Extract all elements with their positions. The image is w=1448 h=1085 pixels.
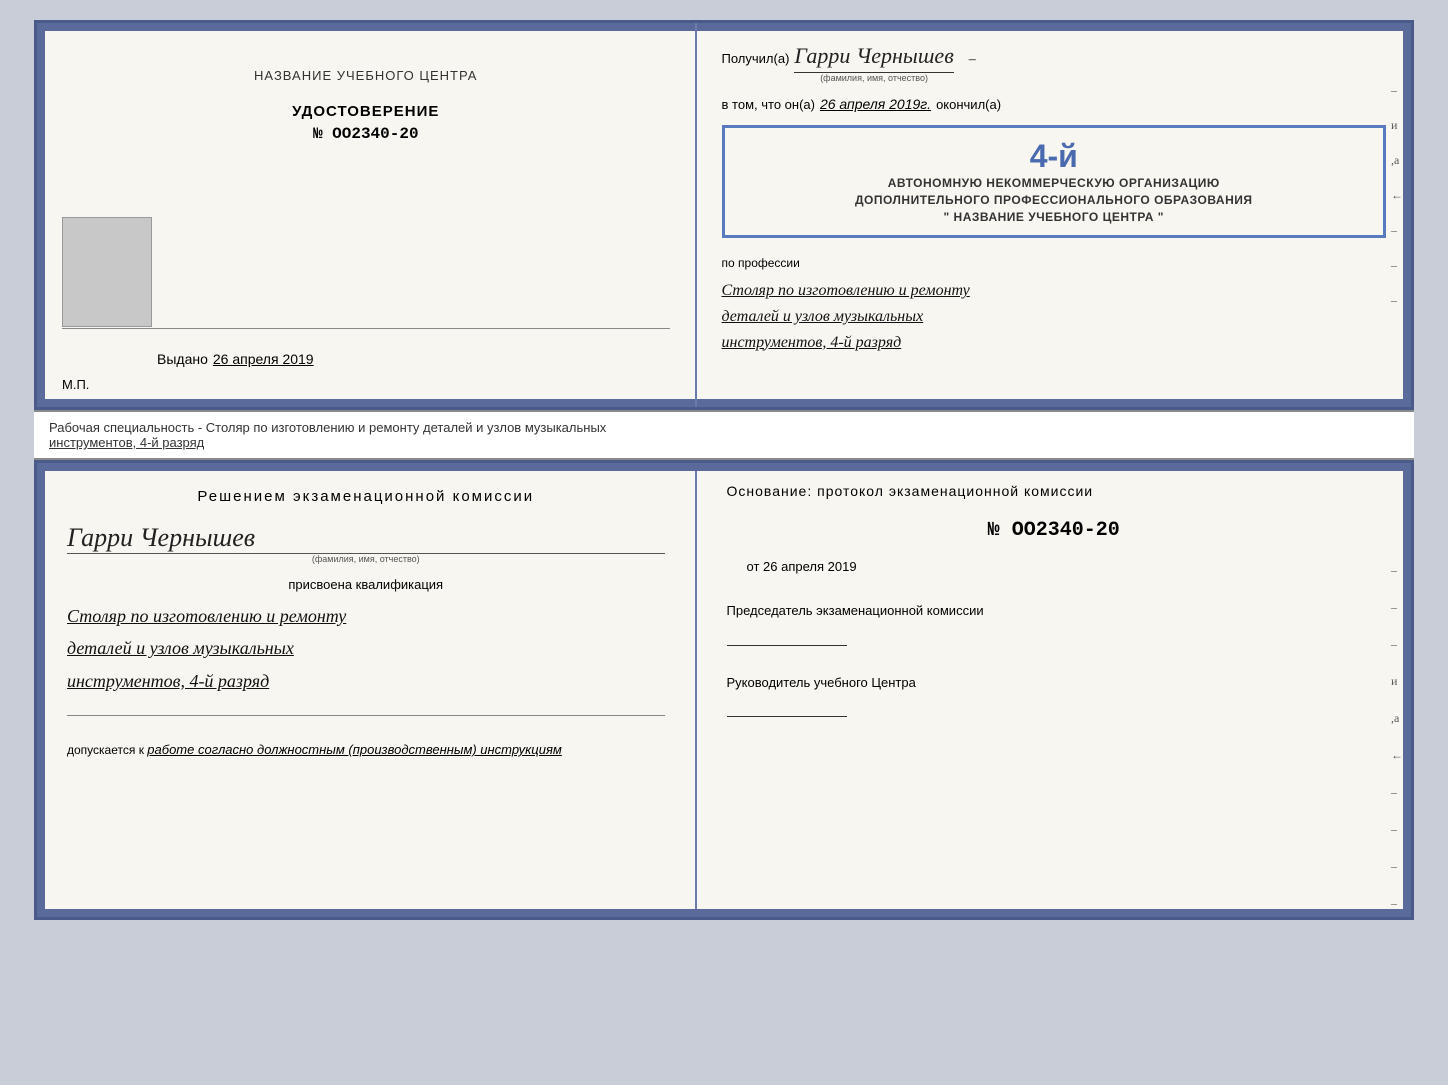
stamp-number: 4-й xyxy=(740,138,1368,175)
profession-block: Столяр по изготовлению и ремонту деталей… xyxy=(722,278,1386,355)
profession-line2: деталей и узлов музыкальных xyxy=(722,304,1386,330)
separator-text: Рабочая специальность - Столяр по изгото… xyxy=(34,410,1414,460)
stamp-block: 4-й АВТОНОМНУЮ НЕКОММЕРЧЕСКУЮ ОРГАНИЗАЦИ… xyxy=(722,125,1386,238)
dash-separator: – xyxy=(969,52,976,68)
prisvoena-text: присвоена квалификация xyxy=(67,577,665,592)
vtom-label: в том, что он(а) xyxy=(722,97,815,112)
poluchil-line: Получил(а) Гарри Чернышев (фамилия, имя,… xyxy=(722,43,1386,83)
vydano-line: Выдано 26 апреля 2019 xyxy=(157,351,314,367)
dopusk-text: работе согласно должностным (производств… xyxy=(147,742,562,757)
ot-date: от 26 апреля 2019 xyxy=(747,559,1381,574)
training-center-title: НАЗВАНИЕ УЧЕБНОГО ЦЕНТРА xyxy=(254,68,477,83)
bottom-profession-line1: Столяр по изготовлению и ремонту xyxy=(67,600,665,632)
po-professii: по профессии xyxy=(722,256,1386,270)
cert-date: 26 апреля 2019г. xyxy=(820,96,931,112)
predsedatel-block: Председатель экзаменационной комиссии xyxy=(727,601,1381,646)
bottom-name: Гарри Чернышев xyxy=(67,523,255,553)
bottom-profession-block: Столяр по изготовлению и ремонту деталей… xyxy=(67,600,665,697)
bottom-fio-hint: (фамилия, имя, отчество) xyxy=(312,554,420,564)
stamp-line2: ДОПОЛНИТЕЛЬНОГО ПРОФЕССИОНАЛЬНОГО ОБРАЗО… xyxy=(740,192,1368,209)
bottom-profession-line2: деталей и узлов музыкальных xyxy=(67,632,665,664)
predsedatel-signature-line xyxy=(727,626,847,646)
profession-line1: Столяр по изготовлению и ремонту xyxy=(722,278,1386,304)
rukovoditel-signature-line xyxy=(727,697,847,717)
rukovoditel-block: Руководитель учебного Центра xyxy=(727,673,1381,718)
document-wrapper: НАЗВАНИЕ УЧЕБНОГО ЦЕНТРА УДОСТОВЕРЕНИЕ №… xyxy=(34,20,1414,920)
bottom-profession-line3: инструментов, 4-й разряд xyxy=(67,665,665,697)
top-certificate: НАЗВАНИЕ УЧЕБНОГО ЦЕНТРА УДОСТОВЕРЕНИЕ №… xyxy=(34,20,1414,410)
photo-placeholder xyxy=(62,217,152,327)
rukovoditel-label: Руководитель учебного Центра xyxy=(727,673,1381,693)
predsedatel-label: Председатель экзаменационной комиссии xyxy=(727,601,1381,621)
vydano-label: Выдано xyxy=(157,351,208,367)
vtom-line: в том, что он(а) 26 апреля 2019г. окончи… xyxy=(722,96,1386,112)
okonchil-label: окончил(а) xyxy=(936,97,1001,112)
dopuskaetsya-label: допускается к xyxy=(67,743,144,757)
stamp-line3: " НАЗВАНИЕ УЧЕБНОГО ЦЕНТРА " xyxy=(740,209,1368,226)
dopuskaetsya-line: допускается к работе согласно должностны… xyxy=(67,742,665,757)
resheniem-text: Решением экзаменационной комиссии xyxy=(67,488,665,505)
profession-line3: инструментов, 4-й разряд xyxy=(722,330,1386,356)
specialty-label: Рабочая специальность - Столяр по изгото… xyxy=(49,420,606,450)
cert-number: № OO2340-20 xyxy=(292,125,439,143)
top-cert-left: НАЗВАНИЕ УЧЕБНОГО ЦЕНТРА УДОСТОВЕРЕНИЕ №… xyxy=(37,23,697,407)
bottom-cert-left: Решением экзаменационной комиссии Гарри … xyxy=(37,463,697,917)
udostoverenie-label: УДОСТОВЕРЕНИЕ xyxy=(292,103,439,120)
udostoverenie-block: УДОСТОВЕРЕНИЕ № OO2340-20 xyxy=(292,103,439,143)
specialty-underlined: инструментов, 4-й разряд xyxy=(49,435,204,450)
protocol-number: № OO2340-20 xyxy=(727,519,1381,542)
right-decorative-lines: – и ,а ← – – – xyxy=(1391,83,1403,308)
ot-date-value: 26 апреля 2019 xyxy=(763,559,857,574)
bottom-certificate: Решением экзаменационной комиссии Гарри … xyxy=(34,460,1414,920)
ot-label: от xyxy=(747,559,760,574)
mp-line: М.П. xyxy=(62,377,89,392)
fio-hint: (фамилия, имя, отчество) xyxy=(820,73,928,83)
poluchil-label: Получил(а) xyxy=(722,51,790,66)
stamp-line1: АВТОНОМНУЮ НЕКОММЕРЧЕСКУЮ ОРГАНИЗАЦИЮ xyxy=(740,175,1368,192)
recipient-name: Гарри Чернышев xyxy=(794,43,953,73)
bottom-right-dashes: – – – и ,а ← – – – – xyxy=(1391,563,1403,911)
top-cert-right: Получил(а) Гарри Чернышев (фамилия, имя,… xyxy=(697,23,1411,407)
vydano-date: 26 апреля 2019 xyxy=(213,351,314,367)
osnovanie-text: Основание: протокол экзаменационной коми… xyxy=(727,483,1381,499)
bottom-cert-right: Основание: протокол экзаменационной коми… xyxy=(697,463,1411,917)
